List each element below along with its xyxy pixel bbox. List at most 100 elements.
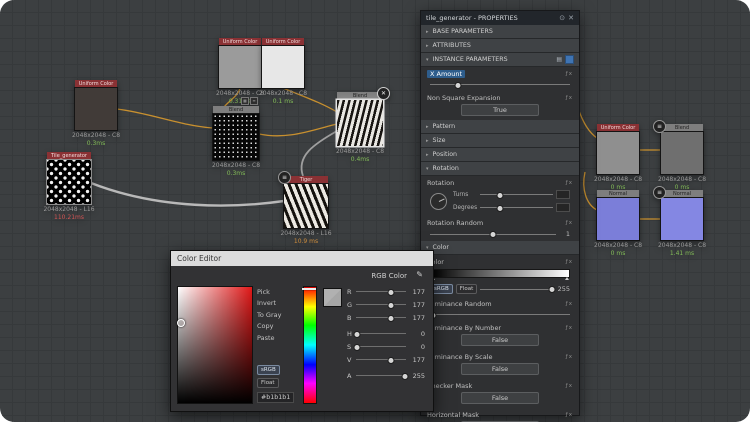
- degrees-slider[interactable]: [480, 204, 553, 211]
- color-editor-titlebar[interactable]: Color Editor: [171, 251, 433, 266]
- wire[interactable]: [259, 124, 337, 136]
- section-base-parameters[interactable]: ▸ BASE PARAMETERS: [421, 25, 579, 39]
- node-title: Uniform Color: [262, 38, 304, 46]
- node-uniform-color[interactable]: Uniform Color 2048x2048 - C8 0.1 ms: [262, 38, 304, 88]
- node-uniform-color[interactable]: Uniform Color 2048x2048 - C8 0 ms: [597, 124, 639, 174]
- to-gray-button[interactable]: To Gray: [257, 309, 299, 321]
- function-icon[interactable]: ƒx: [566, 71, 573, 77]
- rotation-random-slider[interactable]: [430, 231, 556, 238]
- slider-knob[interactable]: [354, 344, 361, 351]
- wire[interactable]: [117, 109, 213, 128]
- function-icon[interactable]: ƒx: [566, 412, 573, 418]
- function-icon[interactable]: ƒx: [566, 259, 573, 265]
- slider-knob[interactable]: [455, 82, 462, 89]
- copy-button[interactable]: Copy: [257, 321, 299, 333]
- hex-value-field[interactable]: #b1b1b1: [257, 392, 294, 403]
- rotation-dial[interactable]: [430, 193, 447, 210]
- channel-slider[interactable]: [356, 301, 406, 308]
- luminance-by-number-toggle[interactable]: False: [461, 334, 539, 346]
- section-attributes[interactable]: ▸ ATTRIBUTES: [421, 39, 579, 53]
- color-value-slider[interactable]: [480, 286, 554, 293]
- node-blend[interactable]: ≡ Blend 2048x2048 - C8 0 ms: [661, 124, 703, 174]
- list-icon[interactable]: ▤: [556, 56, 562, 63]
- slider-knob[interactable]: [354, 331, 361, 338]
- section-instance-parameters[interactable]: ▾ INSTANCE PARAMETERS ▤: [421, 53, 579, 67]
- channel-slider[interactable]: [356, 343, 406, 350]
- close-icon[interactable]: ✕: [568, 14, 574, 22]
- srgb-toggle[interactable]: sRGB: [257, 365, 280, 375]
- function-icon[interactable]: ƒx: [566, 354, 573, 360]
- slider-knob[interactable]: [549, 286, 556, 293]
- channel-slider[interactable]: [356, 372, 406, 379]
- preset-icon[interactable]: [565, 55, 574, 64]
- node-badge-icon[interactable]: ≡: [250, 97, 258, 105]
- section-position[interactable]: ▸ Position: [421, 148, 579, 162]
- node-uniform-color[interactable]: Uniform Color 2048x2048 - C8 0.31ms: [219, 38, 261, 88]
- function-icon[interactable]: ƒx: [566, 301, 573, 307]
- degrees-value-field[interactable]: [556, 203, 570, 212]
- node-tile-generator[interactable]: Tile_generator 2048x2048 - L16 110.21ms: [47, 152, 91, 204]
- slider-knob[interactable]: [497, 205, 504, 212]
- slider-knob[interactable]: [490, 231, 497, 238]
- channel-slider[interactable]: [356, 356, 406, 363]
- pin-icon[interactable]: ⊙: [559, 14, 565, 22]
- section-size[interactable]: ▸ Size: [421, 134, 579, 148]
- channel-slider[interactable]: [356, 330, 406, 337]
- function-icon[interactable]: ƒx: [566, 220, 573, 226]
- picker-cursor-icon[interactable]: [177, 319, 185, 327]
- node-blend[interactable]: ✕ Blend 2048x2048 - C8 0.4ms: [337, 92, 383, 146]
- slider-knob[interactable]: [387, 357, 394, 364]
- pick-button[interactable]: Pick: [257, 286, 299, 298]
- node-uniform-color[interactable]: Uniform Color 2048x2048 - C8 0.3ms: [75, 80, 117, 130]
- turns-label: Turns: [453, 192, 477, 198]
- turns-slider[interactable]: [480, 191, 553, 198]
- slider-knob[interactable]: [497, 192, 504, 199]
- slider-knob[interactable]: [387, 315, 394, 322]
- function-icon[interactable]: ƒx: [566, 95, 573, 101]
- node-title: Uniform Color: [75, 80, 117, 88]
- hue-slider[interactable]: [303, 286, 317, 404]
- function-icon[interactable]: ƒx: [566, 383, 573, 389]
- node-badge-icon[interactable]: ▦: [241, 97, 249, 105]
- gradient-handle-icon[interactable]: [565, 277, 569, 280]
- luminance-by-scale-toggle[interactable]: False: [461, 363, 539, 375]
- channel-slider[interactable]: [356, 314, 406, 321]
- node-normal[interactable]: ≡ Normal 2048x2048 - C8 1.41 ms: [661, 190, 703, 240]
- eyedropper-icon[interactable]: ✎: [416, 270, 423, 279]
- invert-button[interactable]: Invert: [257, 298, 299, 310]
- param-rotation: Rotation ƒx: [421, 176, 579, 188]
- paste-button[interactable]: Paste: [257, 332, 299, 344]
- function-icon[interactable]: ƒx: [566, 180, 573, 186]
- luminance-random-slider[interactable]: [430, 311, 570, 318]
- node-tiger[interactable]: ≡ Tiger 2048x2048 - L16 10.9 ms: [284, 176, 328, 228]
- node-badge-icon[interactable]: ≡: [653, 186, 666, 199]
- color-gradient-bar[interactable]: [430, 269, 570, 278]
- slider-knob[interactable]: [387, 302, 394, 309]
- non-square-expansion-toggle[interactable]: True: [461, 104, 539, 116]
- channel-label: B: [347, 314, 353, 322]
- output-flag-icon[interactable]: ✕: [377, 87, 390, 100]
- float-toggle[interactable]: Float: [257, 378, 279, 388]
- channel-row-s: S 0: [347, 340, 425, 353]
- wire[interactable]: [91, 183, 284, 206]
- node-badge-icon[interactable]: ≡: [653, 120, 666, 133]
- section-pattern[interactable]: ▸ Pattern: [421, 120, 579, 134]
- param-label-x-amount[interactable]: X Amount: [427, 70, 465, 78]
- section-rotation[interactable]: ▾ Rotation: [421, 162, 579, 176]
- section-color[interactable]: ▾ Color: [421, 241, 579, 255]
- node-compute-time: 10.9 ms: [256, 238, 356, 246]
- slider-knob[interactable]: [402, 373, 409, 380]
- node-normal[interactable]: Normal 2048x2048 - C8 0 ms: [597, 190, 639, 240]
- saturation-value-picker[interactable]: [177, 286, 253, 404]
- turns-value-field[interactable]: [556, 190, 570, 199]
- slider-knob[interactable]: [387, 289, 394, 296]
- channel-slider[interactable]: [356, 288, 406, 295]
- checker-mask-toggle[interactable]: False: [461, 392, 539, 404]
- node-badge-icon[interactable]: ≡: [278, 171, 291, 184]
- function-icon[interactable]: ƒx: [566, 325, 573, 331]
- float-toggle[interactable]: Float: [456, 284, 478, 294]
- properties-titlebar[interactable]: tile_generator - PROPERTIES ⊙ ✕: [421, 11, 579, 25]
- node-blend[interactable]: ▦ ≡ Blend 2048x2048 - C8 0.3ms: [213, 106, 259, 160]
- x-amount-slider[interactable]: [430, 81, 570, 88]
- hue-handle-icon[interactable]: [302, 288, 316, 290]
